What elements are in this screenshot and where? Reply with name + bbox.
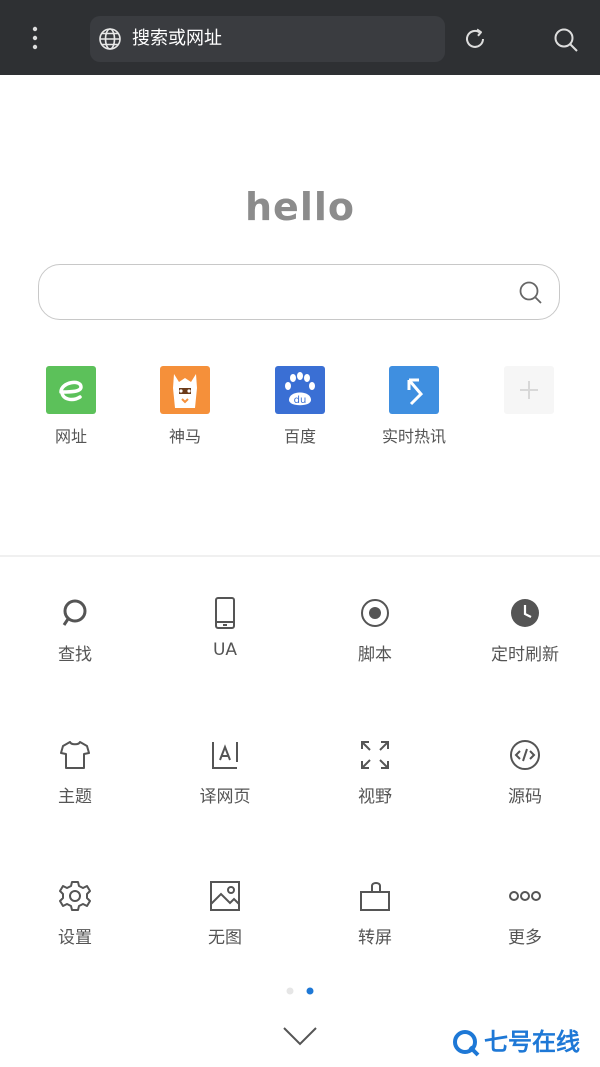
tool-rotate-screen[interactable]: 转屏 <box>300 879 450 948</box>
menu-dots-icon[interactable] <box>22 22 48 54</box>
shortcut-label: 实时热讯 <box>381 427 446 446</box>
shortcut-realtime-news[interactable]: 实时热讯 <box>364 366 464 447</box>
tool-theme[interactable]: 主题 <box>0 738 150 807</box>
tool-label: 源码 <box>508 787 542 807</box>
url-bar[interactable]: 搜索或网址 <box>90 16 445 62</box>
shortcut-label: 神马 <box>168 427 201 446</box>
watermark: 七号在线 <box>452 1022 580 1062</box>
tool-label: 查找 <box>58 645 92 665</box>
svg-text:du: du <box>294 395 307 406</box>
panel-divider <box>0 555 600 557</box>
code-icon <box>510 740 540 770</box>
search-icon[interactable] <box>552 26 580 54</box>
tool-translate[interactable]: 译网页 <box>150 738 300 807</box>
rotate-screen-icon <box>360 882 390 911</box>
tool-settings[interactable]: 设置 <box>0 879 150 948</box>
shortcut-shenma[interactable]: 神马 <box>135 366 235 447</box>
clock-icon <box>511 599 539 627</box>
tool-timed-refresh[interactable]: 定时刷新 <box>450 596 600 665</box>
baidu-paw-icon: du <box>275 366 325 414</box>
tool-label: 定时刷新 <box>491 645 559 665</box>
shortcut-label: 百度 <box>283 427 316 446</box>
tool-label: 译网页 <box>199 787 251 807</box>
tshirt-icon <box>60 741 90 769</box>
shortcut-label: 网址 <box>54 427 87 446</box>
home-search-input[interactable] <box>38 264 560 320</box>
page-dot-2-active[interactable] <box>306 987 314 995</box>
url-placeholder: 搜索或网址 <box>132 28 222 49</box>
expand-icon <box>361 741 389 769</box>
page-dot-1[interactable] <box>286 987 294 995</box>
tool-view[interactable]: 视野 <box>300 738 450 807</box>
watermark-text: 七号在线 <box>484 1028 580 1056</box>
home-logo: hello <box>245 185 355 229</box>
image-icon <box>210 881 240 911</box>
find-icon <box>62 599 87 626</box>
page-indicator <box>286 987 314 995</box>
shortcut-row: 网址 神马 du 百度 实时热讯 <box>0 366 600 456</box>
refresh-icon[interactable] <box>462 26 488 52</box>
e-icon <box>46 366 96 414</box>
gear-icon <box>59 881 91 911</box>
tool-label: UA <box>212 640 238 660</box>
tool-source-code[interactable]: 源码 <box>450 738 600 807</box>
tool-no-image[interactable]: 无图 <box>150 879 300 948</box>
plus-icon <box>504 366 554 414</box>
tool-find[interactable]: 查找 <box>0 596 150 665</box>
script-icon <box>361 599 389 627</box>
shortcut-wangzhi[interactable]: 网址 <box>21 366 121 447</box>
tool-label: 脚本 <box>358 645 392 665</box>
tool-ua[interactable]: UA <box>150 596 300 660</box>
tool-script[interactable]: 脚本 <box>300 596 450 665</box>
watermark-logo-icon <box>453 1030 480 1057</box>
tool-label: 无图 <box>208 928 242 948</box>
tool-label: 视野 <box>358 787 392 807</box>
tool-label: 转屏 <box>358 928 392 948</box>
top-bar: 搜索或网址 <box>0 0 600 75</box>
shortcut-add[interactable] <box>479 366 579 423</box>
phone-icon <box>215 597 235 629</box>
shortcut-baidu[interactable]: du 百度 <box>250 366 350 447</box>
more-icon <box>509 891 541 901</box>
arrow-icon <box>389 366 439 414</box>
search-icon[interactable] <box>517 279 543 305</box>
chevron-down-icon[interactable] <box>280 1024 320 1048</box>
tool-label: 更多 <box>508 928 542 948</box>
translate-icon <box>212 742 238 769</box>
tool-label: 设置 <box>58 928 92 948</box>
globe-icon <box>99 28 121 50</box>
tool-more[interactable]: 更多 <box>450 879 600 948</box>
tool-label: 主题 <box>58 787 92 807</box>
alpaca-icon <box>160 366 210 414</box>
